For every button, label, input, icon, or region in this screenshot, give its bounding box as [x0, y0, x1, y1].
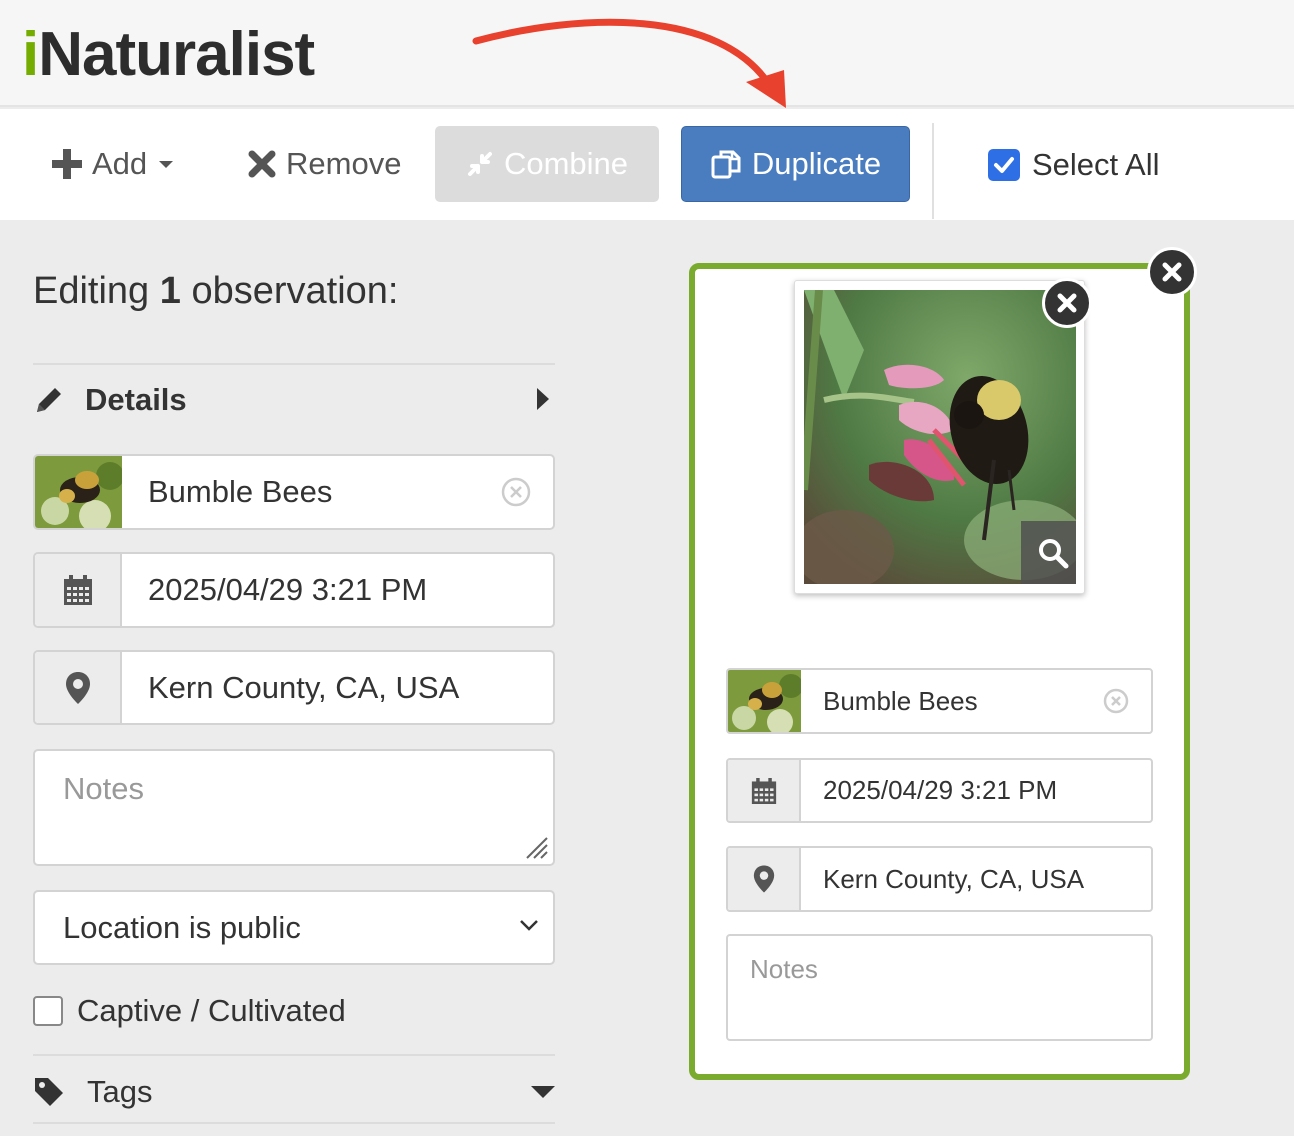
- tags-section-toggle[interactable]: Tags: [33, 1072, 555, 1112]
- select-all-label: Select All: [1032, 147, 1160, 182]
- divider: [33, 1054, 555, 1056]
- card-notes-textarea[interactable]: Notes: [726, 934, 1153, 1041]
- select-all-toggle[interactable]: Select All: [988, 145, 1160, 185]
- notes-placeholder: Notes: [63, 771, 144, 806]
- x-icon: [248, 150, 276, 178]
- card-location-field[interactable]: Kern County, CA, USA: [726, 846, 1153, 912]
- logo-i: i: [22, 20, 39, 89]
- calendar-icon: [63, 575, 92, 605]
- header: iNaturalist: [0, 0, 1294, 108]
- date-addon: [35, 554, 122, 626]
- details-label: Details: [85, 382, 187, 417]
- location-field[interactable]: Kern County, CA, USA: [33, 650, 555, 725]
- title-suffix: observation:: [191, 270, 399, 312]
- clear-icon[interactable]: [501, 477, 531, 507]
- taxon-field[interactable]: Bumble Bees: [33, 454, 555, 530]
- clear-icon[interactable]: [1103, 688, 1129, 714]
- plus-icon: [52, 149, 82, 179]
- chevron-right-icon: [537, 388, 549, 410]
- remove-label: Remove: [286, 146, 402, 181]
- card-taxon-value: Bumble Bees: [823, 685, 978, 716]
- divider: [33, 363, 555, 365]
- captive-checkbox[interactable]: [33, 996, 63, 1026]
- location-addon: [728, 848, 801, 910]
- taxon-thumbnail: [35, 456, 124, 528]
- card-date-input[interactable]: 2025/04/29 3:21 PM: [801, 760, 1151, 821]
- tags-label: Tags: [87, 1074, 153, 1109]
- combine-button[interactable]: Combine: [435, 126, 659, 202]
- location-value: Kern County, CA, USA: [148, 669, 460, 705]
- logo-text: Naturalist: [38, 20, 315, 89]
- captive-label: Captive / Cultivated: [77, 993, 346, 1028]
- page-title: Editing 1 observation:: [33, 270, 398, 313]
- combine-icon: [467, 152, 492, 176]
- taxon-input[interactable]: Bumble Bees: [122, 456, 553, 528]
- taxon-thumbnail: [728, 670, 803, 732]
- card-location-value: Kern County, CA, USA: [823, 863, 1085, 894]
- pencil-icon: [37, 388, 61, 412]
- remove-photo-button[interactable]: [1042, 278, 1092, 328]
- title-prefix: Editing: [33, 270, 150, 312]
- add-label: Add: [92, 146, 148, 181]
- map-pin-icon: [753, 865, 774, 893]
- card-notes-placeholder: Notes: [750, 954, 818, 984]
- date-input[interactable]: 2025/04/29 3:21 PM: [122, 554, 553, 626]
- chevron-down-icon: [531, 1086, 555, 1098]
- close-icon: [1162, 262, 1182, 282]
- date-addon: [728, 760, 801, 821]
- add-button[interactable]: Add: [52, 126, 174, 202]
- photo-image: [804, 290, 1076, 584]
- location-addon: [35, 652, 122, 723]
- chevron-down-icon: [159, 160, 174, 168]
- observation-photo[interactable]: [794, 280, 1085, 594]
- duplicate-icon: [711, 150, 741, 179]
- taxon-value: Bumble Bees: [148, 474, 333, 509]
- zoom-button[interactable]: [1021, 521, 1076, 584]
- remove-button[interactable]: Remove: [248, 126, 401, 202]
- location-input[interactable]: Kern County, CA, USA: [122, 652, 553, 723]
- toolbar: Add Remove Combine Duplicate Select All: [0, 109, 1294, 220]
- toolbar-divider: [932, 123, 934, 219]
- title-count: 1: [159, 270, 181, 312]
- geoprivacy-value: Location is public: [63, 909, 301, 945]
- geoprivacy-select[interactable]: Location is public: [33, 890, 555, 965]
- card-location-input[interactable]: Kern County, CA, USA: [801, 848, 1151, 910]
- notes-textarea[interactable]: Notes: [33, 749, 555, 866]
- combine-label: Combine: [503, 146, 629, 181]
- checkbox-icon[interactable]: [988, 149, 1020, 181]
- chevron-down-icon: [520, 920, 538, 931]
- card-date-field[interactable]: 2025/04/29 3:21 PM: [726, 758, 1153, 823]
- calendar-icon: [751, 777, 776, 804]
- date-field[interactable]: 2025/04/29 3:21 PM: [33, 552, 555, 628]
- card-taxon-input[interactable]: Bumble Bees: [801, 670, 1151, 732]
- inaturalist-logo[interactable]: iNaturalist: [22, 20, 315, 89]
- card-date-value: 2025/04/29 3:21 PM: [823, 775, 1058, 805]
- date-value: 2025/04/29 3:21 PM: [148, 572, 428, 607]
- resize-handle-icon[interactable]: [523, 834, 549, 860]
- duplicate-label: Duplicate: [751, 146, 882, 181]
- red-arrow-annotation: [472, 18, 786, 108]
- details-section-toggle[interactable]: Details: [33, 378, 555, 422]
- divider: [33, 1122, 555, 1124]
- search-icon: [1038, 538, 1068, 568]
- map-pin-icon: [65, 671, 90, 704]
- duplicate-button[interactable]: Duplicate: [681, 126, 910, 202]
- tag-icon: [35, 1078, 63, 1106]
- close-icon: [1057, 293, 1077, 313]
- captive-toggle[interactable]: Captive / Cultivated: [33, 993, 346, 1028]
- remove-observation-button[interactable]: [1147, 247, 1197, 297]
- card-taxon-field[interactable]: Bumble Bees: [726, 668, 1153, 734]
